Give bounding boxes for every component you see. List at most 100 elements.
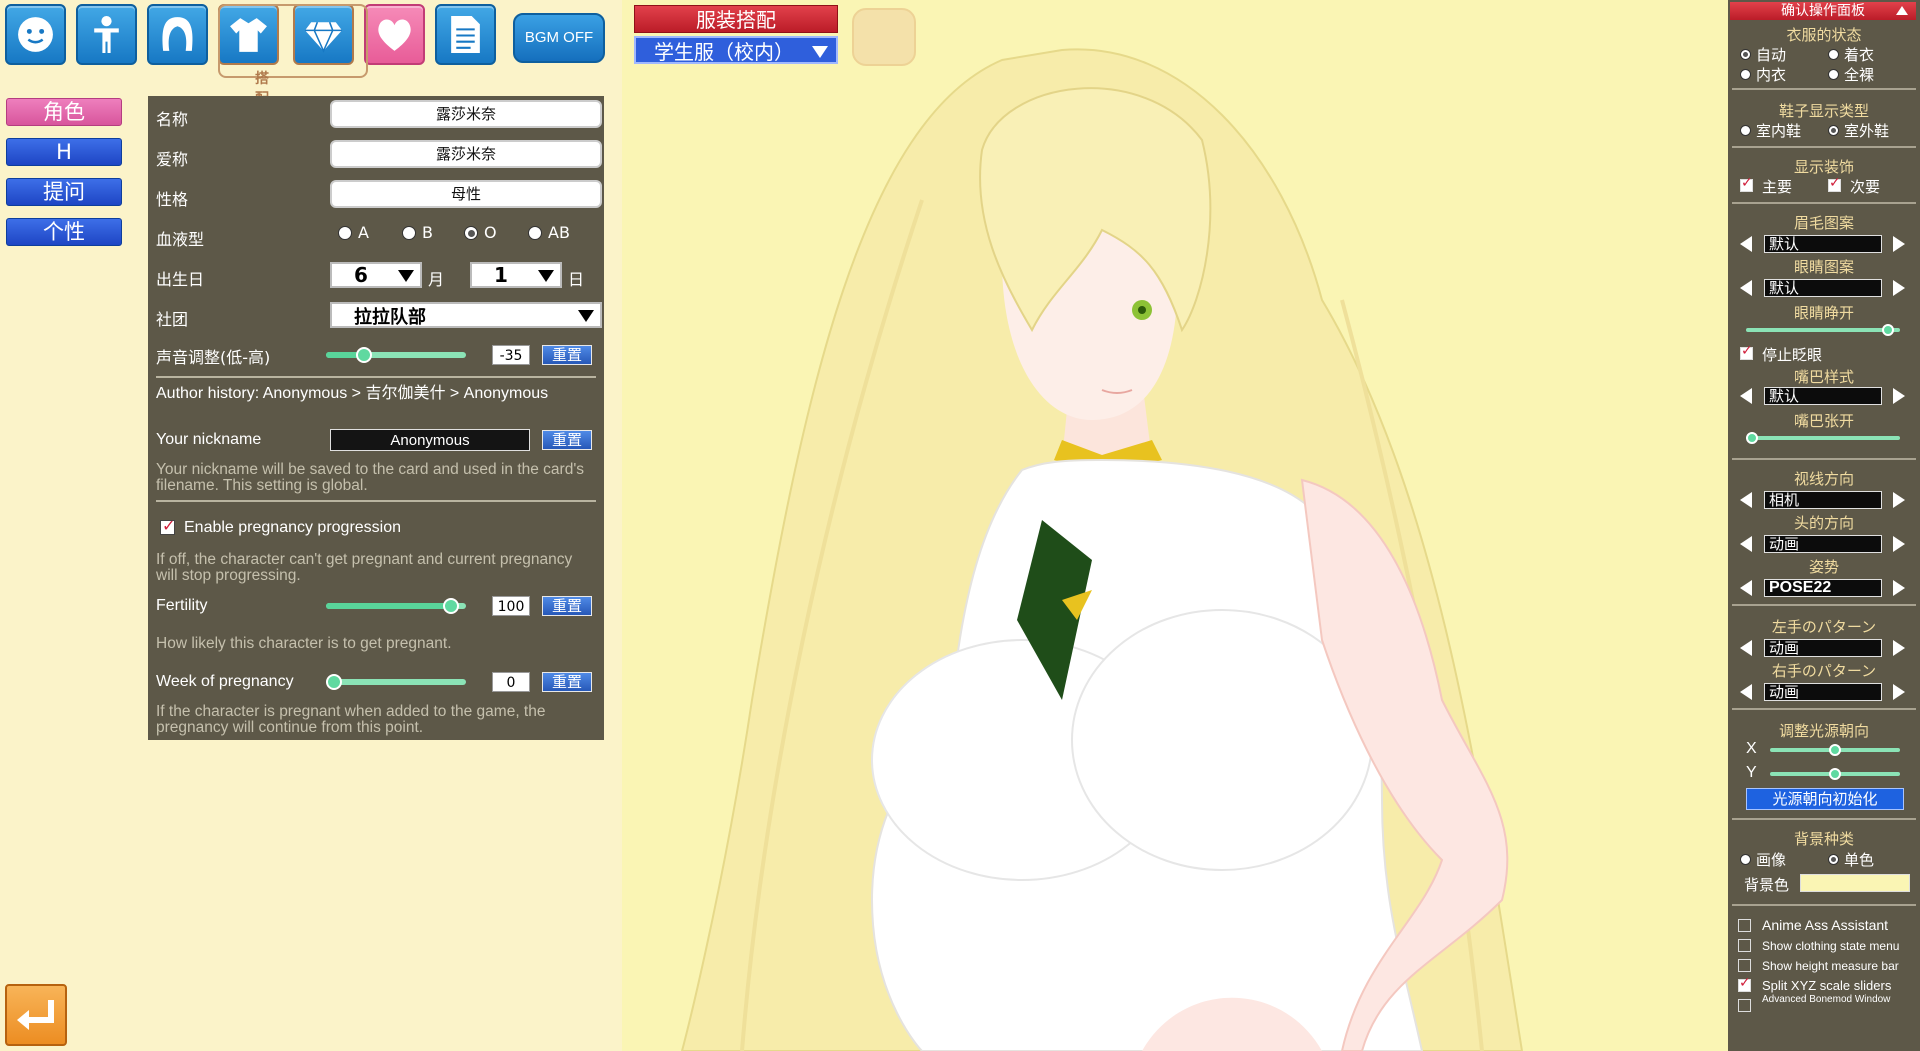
- back-button[interactable]: [5, 984, 67, 1046]
- mouth-prev-icon[interactable]: [1740, 388, 1752, 404]
- tab-h[interactable]: H: [6, 138, 122, 166]
- nickname-reset-button[interactable]: 重置: [542, 430, 592, 450]
- accessory-menu-button[interactable]: [293, 4, 354, 65]
- head-prev-icon[interactable]: [1740, 536, 1752, 552]
- left-hand-prev-icon[interactable]: [1740, 640, 1752, 656]
- club-dropdown[interactable]: 拉拉队部: [330, 302, 602, 328]
- character-viewport[interactable]: [622, 0, 1728, 1051]
- birth-day-dropdown[interactable]: 1: [470, 262, 562, 288]
- shoe-indoor[interactable]: 室内鞋: [1740, 120, 1801, 141]
- name-field[interactable]: 露莎米奈: [330, 100, 602, 128]
- accessory-sub-checkbox[interactable]: [1828, 175, 1841, 192]
- background-color-option[interactable]: 单色: [1828, 849, 1874, 870]
- show-height-bar-checkbox[interactable]: [1738, 959, 1751, 972]
- fertility-value[interactable]: 100: [492, 596, 530, 616]
- head-select[interactable]: 动画: [1764, 535, 1882, 553]
- pregnancy-help-text: If off, the character can't get pregnant…: [156, 551, 573, 584]
- collapse-up-icon[interactable]: [1896, 6, 1908, 15]
- tab-character[interactable]: 角色: [6, 98, 122, 126]
- pose-next-icon[interactable]: [1893, 580, 1905, 596]
- right-hand-select[interactable]: 动画: [1764, 683, 1882, 701]
- document-menu-button[interactable]: [435, 4, 496, 65]
- light-x-knob[interactable]: [1829, 744, 1841, 756]
- eyebrow-select[interactable]: 默认: [1764, 235, 1882, 253]
- day-unit: 日: [568, 270, 585, 289]
- pregnancy-week-reset-button[interactable]: 重置: [542, 672, 592, 692]
- background-color-swatch[interactable]: [1800, 874, 1910, 892]
- anime-ass-assistant-checkbox[interactable]: [1738, 919, 1751, 932]
- clothing-state-underwear[interactable]: 内衣: [1740, 64, 1786, 85]
- clothing-state-nude[interactable]: 全裸: [1828, 64, 1874, 85]
- gaze-select[interactable]: 相机: [1764, 491, 1882, 509]
- faded-bag-button[interactable]: [852, 8, 916, 66]
- divider: [1732, 88, 1916, 90]
- face-menu-button[interactable]: [5, 4, 66, 65]
- shoe-outdoor[interactable]: 室外鞋: [1828, 120, 1889, 141]
- pose-prev-icon[interactable]: [1740, 580, 1752, 596]
- nickname-field[interactable]: 露莎米奈: [330, 140, 602, 168]
- eye-prev-icon[interactable]: [1740, 280, 1752, 296]
- accessory-main-checkbox[interactable]: [1740, 175, 1753, 192]
- clothing-state-dressed[interactable]: 着衣: [1828, 44, 1874, 65]
- left-hand-select[interactable]: 动画: [1764, 639, 1882, 657]
- mouth-next-icon[interactable]: [1893, 388, 1905, 404]
- left-hand-next-icon[interactable]: [1893, 640, 1905, 656]
- pregnancy-week-value[interactable]: 0: [492, 672, 530, 692]
- light-y-slider[interactable]: [1770, 768, 1900, 780]
- preview-panel-header[interactable]: 确认操作面板: [1730, 2, 1916, 20]
- fertility-slider[interactable]: [326, 598, 466, 614]
- advanced-bonemod-checkbox[interactable]: [1738, 999, 1751, 1012]
- eyebrow-prev-icon[interactable]: [1740, 236, 1752, 252]
- birth-month-dropdown[interactable]: 6: [330, 262, 422, 288]
- mouth-select[interactable]: 默认: [1764, 387, 1882, 405]
- tab-questions[interactable]: 提问: [6, 178, 122, 206]
- right-hand-next-icon[interactable]: [1893, 684, 1905, 700]
- voice-pitch-knob[interactable]: [355, 347, 372, 363]
- pregnancy-checkbox[interactable]: [160, 516, 175, 535]
- eye-select[interactable]: 默认: [1764, 279, 1882, 297]
- eyebrow-next-icon[interactable]: [1893, 236, 1905, 252]
- blood-type-o[interactable]: O: [464, 223, 497, 242]
- outfit-dropdown[interactable]: 学生服（校内）: [634, 36, 838, 64]
- background-image-option[interactable]: 画像: [1740, 849, 1786, 870]
- show-clothing-state-checkbox[interactable]: [1738, 939, 1751, 952]
- blood-type-b[interactable]: B: [402, 223, 433, 242]
- hair-menu-button[interactable]: [147, 4, 208, 65]
- fertility-reset-button[interactable]: 重置: [542, 596, 592, 616]
- eye-next-icon[interactable]: [1893, 280, 1905, 296]
- fertility-knob[interactable]: [442, 598, 459, 614]
- pregnancy-week-knob[interactable]: [326, 674, 342, 690]
- voice-reset-button[interactable]: 重置: [542, 345, 592, 365]
- bgm-toggle-button[interactable]: BGM OFF: [513, 13, 605, 63]
- mouth-open-slider[interactable]: [1746, 432, 1900, 444]
- body-menu-button[interactable]: [76, 4, 137, 65]
- pose-select[interactable]: POSE22: [1764, 579, 1882, 597]
- eye-open-knob[interactable]: [1882, 324, 1895, 336]
- heart-menu-button[interactable]: [364, 4, 425, 65]
- personality-field[interactable]: 母性: [330, 180, 602, 208]
- blood-type-a[interactable]: A: [338, 223, 369, 242]
- head-next-icon[interactable]: [1893, 536, 1905, 552]
- voice-pitch-slider[interactable]: [326, 347, 466, 363]
- mouth-open-knob[interactable]: [1746, 432, 1758, 444]
- clothing-state-auto[interactable]: 自动: [1740, 44, 1786, 65]
- eye-open-slider[interactable]: [1746, 324, 1900, 336]
- clothing-menu-button[interactable]: [218, 4, 279, 65]
- gaze-next-icon[interactable]: [1893, 492, 1905, 508]
- right-hand-prev-icon[interactable]: [1740, 684, 1752, 700]
- voice-pitch-value[interactable]: -35: [492, 345, 530, 365]
- light-reset-button[interactable]: 光源朝向初始化: [1746, 788, 1904, 810]
- your-nickname-field[interactable]: Anonymous: [330, 429, 530, 451]
- split-xyz-checkbox[interactable]: [1738, 975, 1751, 992]
- shoe-type-title: 鞋子显示类型: [1778, 102, 1869, 120]
- light-x-slider[interactable]: [1770, 744, 1900, 756]
- pregnancy-week-slider[interactable]: [326, 674, 466, 690]
- tab-traits[interactable]: 个性: [6, 218, 122, 246]
- pregnancy-toggle-label: Enable pregnancy progression: [184, 519, 402, 536]
- light-y-knob[interactable]: [1829, 768, 1841, 780]
- blood-type-ab[interactable]: AB: [528, 223, 570, 242]
- divider: [1732, 146, 1916, 148]
- stop-blink-checkbox[interactable]: [1740, 343, 1753, 360]
- gaze-prev-icon[interactable]: [1740, 492, 1752, 508]
- eyebrow-title: 眉毛图案: [1793, 214, 1854, 232]
